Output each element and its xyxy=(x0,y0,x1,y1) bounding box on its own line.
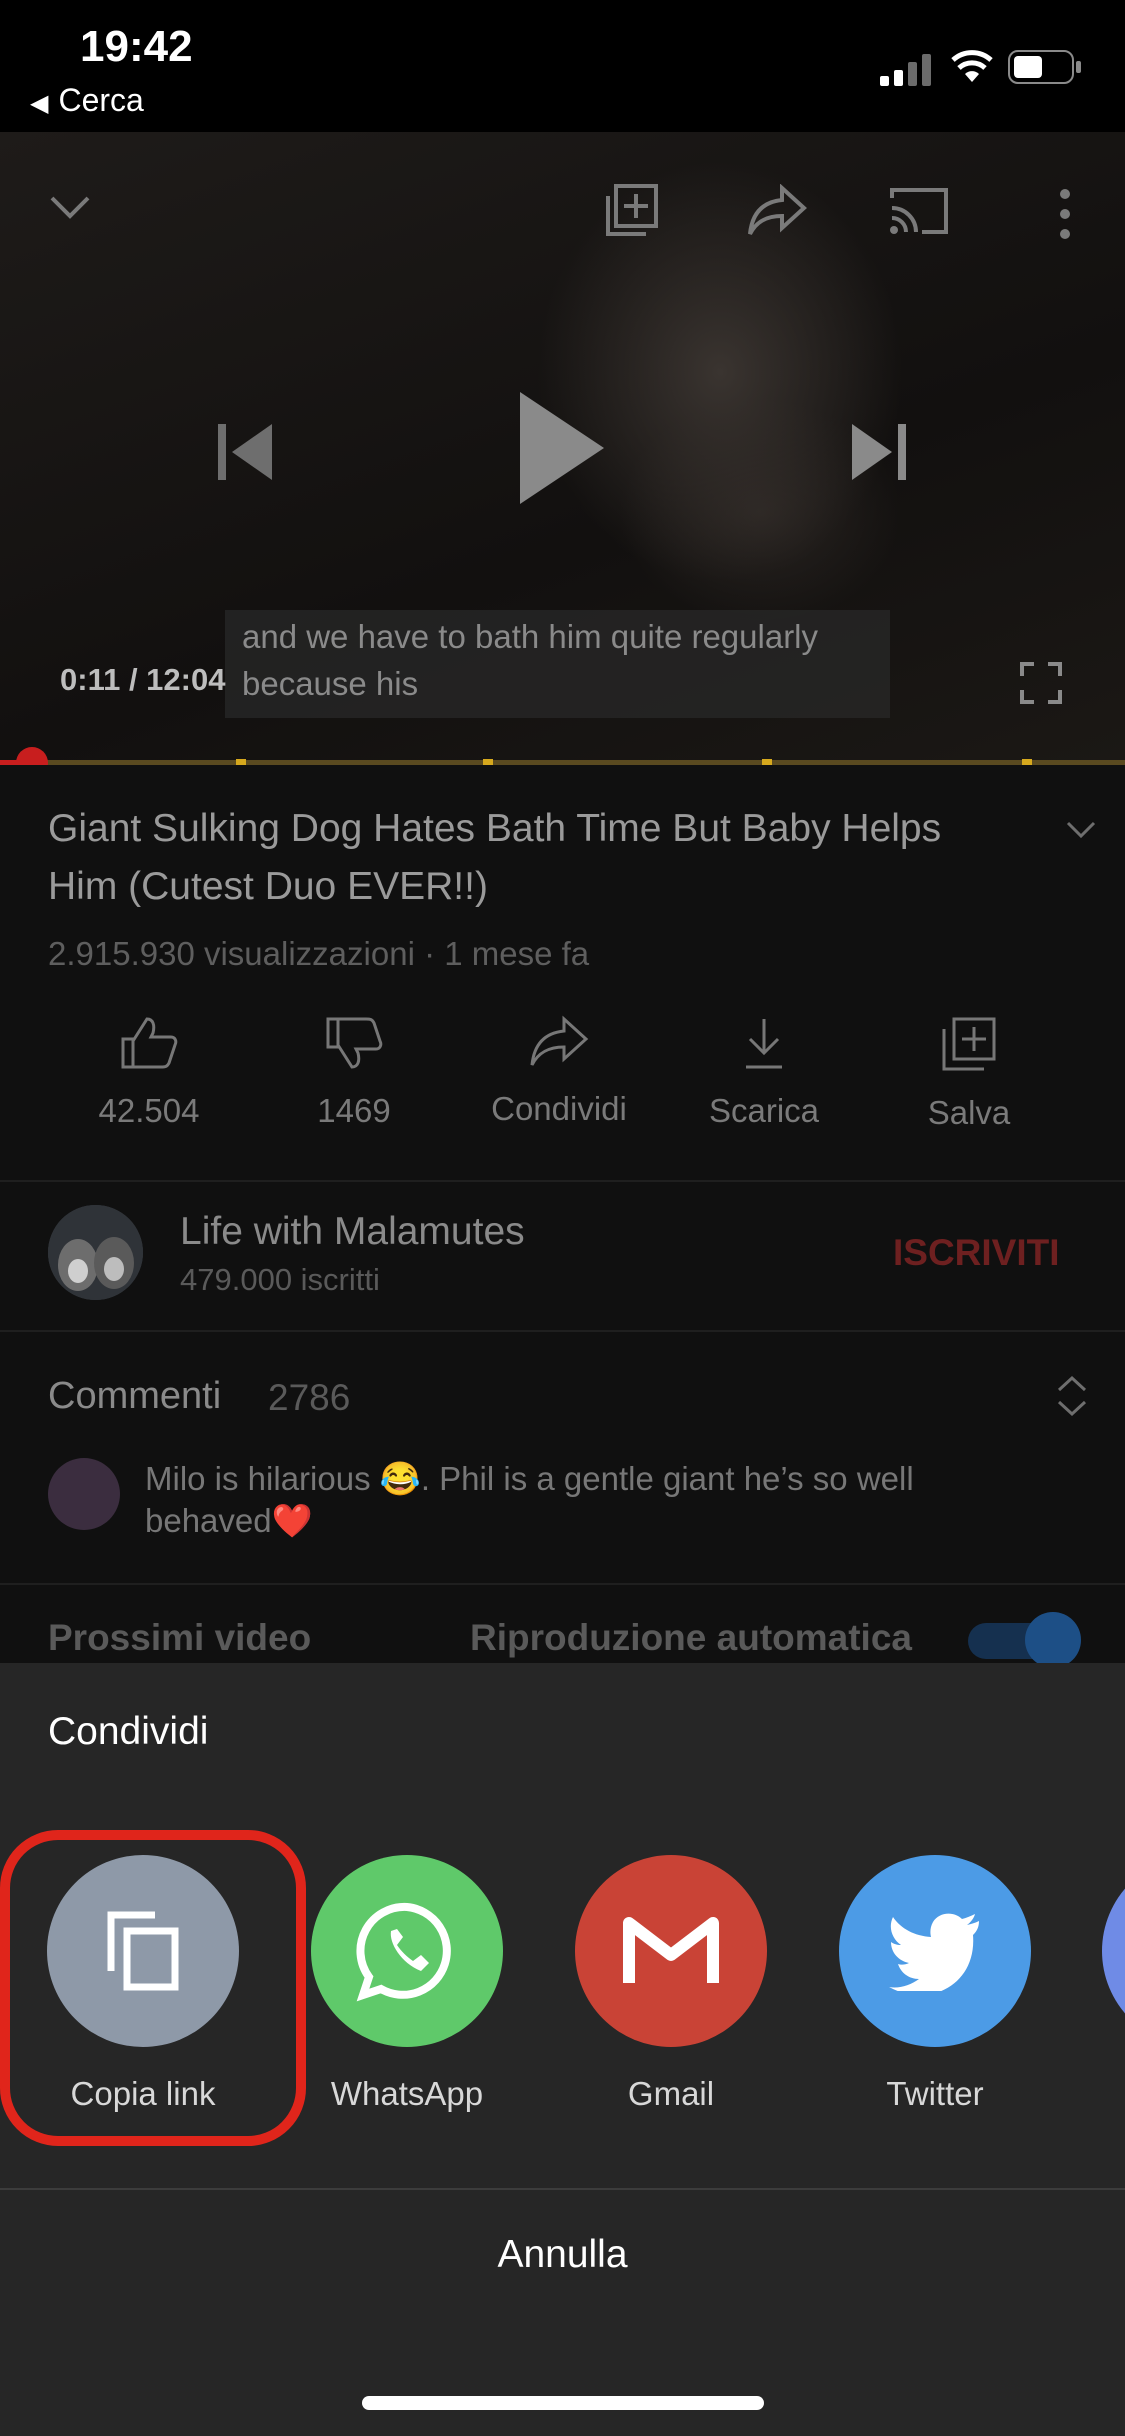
whatsapp-label: WhatsApp xyxy=(330,2075,484,2112)
video-player[interactable]: and we have to bath him quite regularly … xyxy=(0,132,1125,762)
wifi-icon xyxy=(951,50,993,82)
top-comment: Milo is hilarious 😂. Phil is a gentle gi… xyxy=(145,1460,914,1539)
gmail-circle xyxy=(575,1855,767,2047)
like-count: 42.504 xyxy=(98,1092,200,1129)
caption-line-2: because his xyxy=(242,665,419,702)
comment-avatar xyxy=(48,1458,120,1530)
download-icon xyxy=(746,1019,782,1069)
comments-title[interactable]: Commenti xyxy=(48,1375,221,1418)
more-share-circle xyxy=(1102,1855,1125,2047)
autoplay-toggle-knob[interactable] xyxy=(1025,1612,1081,1668)
channel-name[interactable]: Life with Malamutes xyxy=(180,1210,525,1254)
back-triangle-icon: ◀ xyxy=(30,90,49,117)
up-next-label: Prossimi video xyxy=(48,1617,312,1658)
share-target-whatsapp[interactable]: WhatsApp xyxy=(302,1855,512,2113)
battery-icon xyxy=(1008,50,1081,84)
whatsapp-icon xyxy=(356,1902,451,2002)
save-button[interactable]: Salva xyxy=(874,1015,1064,1132)
expand-collapse-icon[interactable] xyxy=(1056,1374,1088,1418)
signal-icon xyxy=(880,54,931,86)
status-bar: 19:42 ◀ Cerca xyxy=(0,0,1125,132)
status-time: 19:42 xyxy=(80,22,193,71)
next-icon[interactable] xyxy=(850,422,906,482)
subscribe-button[interactable]: ISCRIVITI xyxy=(893,1232,1060,1274)
cast-icon[interactable] xyxy=(888,186,950,236)
dislike-button[interactable]: 1469 xyxy=(259,1015,449,1130)
download-button[interactable]: Scarica xyxy=(669,1015,859,1130)
twitter-label: Twitter xyxy=(886,2075,984,2112)
collapse-chevron-icon[interactable] xyxy=(48,192,92,222)
twitter-icon xyxy=(889,1913,979,1991)
video-meta: 2.915.930 visualizzazioni · 1 mese fa xyxy=(48,935,590,972)
divider xyxy=(0,1330,1125,1332)
timecode: 0:11 / 12:04 xyxy=(60,662,226,697)
share-icon xyxy=(530,1015,589,1066)
dislike-count: 1469 xyxy=(317,1092,391,1129)
previous-icon[interactable] xyxy=(218,422,274,482)
channel-subscribers: 479.000 iscritti xyxy=(180,1262,380,1297)
twitter-circle xyxy=(839,1855,1031,2047)
cancel-button[interactable]: Annulla xyxy=(0,2233,1125,2277)
add-to-playlist-icon[interactable] xyxy=(604,182,660,238)
channel-avatar[interactable] xyxy=(48,1205,143,1300)
whatsapp-circle xyxy=(311,1855,503,2047)
comments-count: 2786 xyxy=(268,1377,351,1418)
share-label: Condividi xyxy=(491,1090,627,1127)
share-icon[interactable] xyxy=(746,184,808,238)
sheet-divider xyxy=(0,2188,1125,2190)
share-target-more[interactable] xyxy=(1102,1855,1125,2047)
channel-avatar-image xyxy=(48,1205,143,1300)
thumbs-down-icon xyxy=(326,1017,383,1069)
share-target-twitter[interactable]: Twitter xyxy=(830,1855,1040,2113)
save-label: Salva xyxy=(927,1094,1011,1131)
thumbs-up-icon xyxy=(121,1017,178,1069)
share-sheet-title: Condividi xyxy=(48,1710,209,1753)
back-to-app-link[interactable]: ◀ Cerca xyxy=(30,82,144,119)
divider xyxy=(0,1583,1125,1585)
share-button[interactable]: Condividi xyxy=(464,1015,654,1128)
fullscreen-icon[interactable] xyxy=(1020,662,1062,704)
play-icon[interactable] xyxy=(516,388,606,508)
add-to-playlist-icon xyxy=(942,1017,996,1071)
caption-line-1: and we have to bath him quite regularly xyxy=(242,618,819,655)
gmail-label: Gmail xyxy=(627,2075,715,2112)
video-title: Giant Sulking Dog Hates Bath Time But Ba… xyxy=(48,807,942,908)
home-indicator[interactable] xyxy=(362,2396,764,2410)
copy-link-highlight xyxy=(0,1830,306,2146)
divider xyxy=(0,1180,1125,1182)
autoplay-label: Riproduzione automatica xyxy=(470,1617,912,1658)
share-target-gmail[interactable]: Gmail xyxy=(566,1855,776,2113)
more-icon[interactable] xyxy=(1054,188,1076,240)
like-button[interactable]: 42.504 xyxy=(54,1015,244,1130)
download-label: Scarica xyxy=(708,1092,820,1129)
back-app-label: Cerca xyxy=(58,82,144,118)
gmail-icon xyxy=(623,1917,719,1983)
chevron-down-icon[interactable] xyxy=(1066,820,1096,840)
